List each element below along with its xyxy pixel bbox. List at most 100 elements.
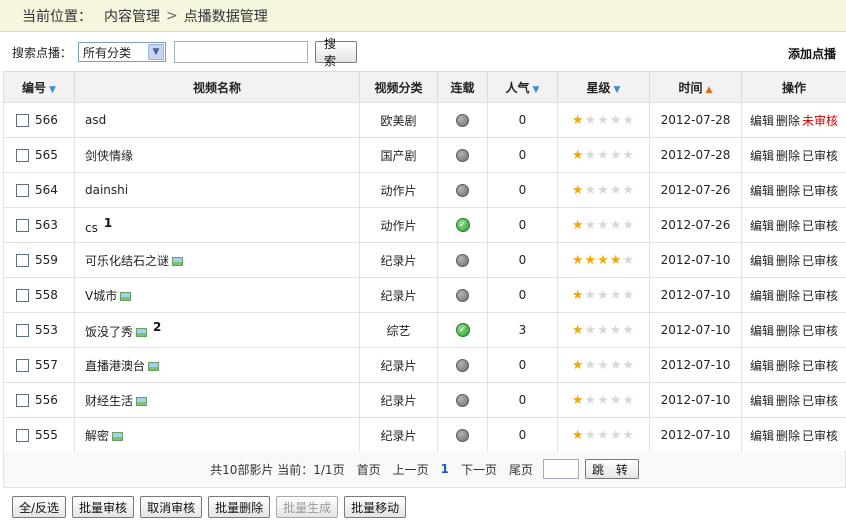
row-checkbox[interactable] bbox=[16, 359, 29, 372]
col-header-rating[interactable]: 星级 ▼ bbox=[557, 71, 650, 103]
star-rating[interactable]: ★★★★★ bbox=[572, 288, 635, 303]
search-input[interactable] bbox=[174, 41, 309, 63]
star-rating[interactable]: ★★★★★ bbox=[572, 218, 635, 233]
edit-link[interactable]: 编辑 bbox=[750, 359, 774, 373]
sort-down-icon[interactable]: ▼ bbox=[533, 85, 540, 95]
sort-down-icon[interactable]: ▼ bbox=[614, 85, 621, 95]
video-name-link[interactable]: 可乐化结石之谜 bbox=[85, 254, 169, 268]
edit-link[interactable]: 编辑 bbox=[750, 394, 774, 408]
serial-off-icon[interactable] bbox=[456, 359, 469, 372]
delete-link[interactable]: 删除 bbox=[776, 114, 800, 128]
serial-off-icon[interactable] bbox=[456, 429, 469, 442]
edit-link[interactable]: 编辑 bbox=[750, 254, 774, 268]
review-status-link[interactable]: 已审核 bbox=[802, 359, 838, 373]
review-status-link[interactable]: 已审核 bbox=[802, 289, 838, 303]
review-status-link[interactable]: 已审核 bbox=[802, 429, 838, 443]
delete-link[interactable]: 删除 bbox=[776, 394, 800, 408]
cell-date: 2012-07-10 bbox=[649, 347, 742, 383]
bulk-delete-button[interactable]: 批量删除 bbox=[208, 496, 271, 518]
serial-off-icon[interactable] bbox=[456, 254, 469, 267]
edit-link[interactable]: 编辑 bbox=[750, 289, 774, 303]
row-checkbox[interactable] bbox=[16, 254, 29, 267]
delete-link[interactable]: 删除 bbox=[776, 324, 800, 338]
serial-on-icon[interactable]: ✓ bbox=[455, 218, 470, 233]
serial-off-icon[interactable] bbox=[456, 289, 469, 302]
serial-off-icon[interactable] bbox=[456, 394, 469, 407]
star-rating[interactable]: ★★★★★ bbox=[572, 148, 635, 163]
serial-off-icon[interactable] bbox=[456, 149, 469, 162]
edit-link[interactable]: 编辑 bbox=[750, 114, 774, 128]
table-header-row: 编号 ▼ 视频名称 视频分类 连载 人气 ▼ 星级 ▼ 时间 ▲ 操作 bbox=[3, 71, 846, 103]
next-page-link[interactable]: 下一页 bbox=[461, 461, 497, 478]
serial-off-icon[interactable] bbox=[456, 114, 469, 127]
edit-link[interactable]: 编辑 bbox=[750, 219, 774, 233]
star-rating[interactable]: ★★★★★ bbox=[572, 323, 635, 338]
star-empty-icon: ★ bbox=[622, 252, 636, 268]
sort-up-icon[interactable]: ▲ bbox=[706, 85, 713, 95]
video-name-link[interactable]: 直播港澳台 bbox=[85, 359, 145, 373]
cancel-approve-button[interactable]: 取消审核 bbox=[140, 496, 203, 518]
star-rating[interactable]: ★★★★★ bbox=[572, 428, 635, 443]
add-vod-link[interactable]: 添加点播 bbox=[788, 45, 836, 62]
prev-page-link[interactable]: 上一页 bbox=[393, 461, 429, 478]
serial-on-icon[interactable]: ✓ bbox=[455, 323, 470, 338]
category-select-value: 所有分类 bbox=[83, 45, 132, 60]
row-checkbox[interactable] bbox=[16, 219, 29, 232]
bulk-move-button[interactable]: 批量移动 bbox=[344, 496, 407, 518]
review-status-link[interactable]: 已审核 bbox=[802, 324, 838, 338]
review-status-link[interactable]: 已审核 bbox=[802, 394, 838, 408]
col-header-popularity[interactable]: 人气 ▼ bbox=[487, 71, 558, 103]
bulk-approve-button[interactable]: 批量审核 bbox=[72, 496, 135, 518]
edit-link[interactable]: 编辑 bbox=[750, 184, 774, 198]
row-checkbox[interactable] bbox=[16, 324, 29, 337]
row-checkbox[interactable] bbox=[16, 149, 29, 162]
review-status-link[interactable]: 已审核 bbox=[802, 184, 838, 198]
category-select[interactable]: 所有分类 ▼ bbox=[78, 42, 167, 62]
video-name-link[interactable]: 解密 bbox=[85, 429, 109, 443]
review-status-link[interactable]: 已审核 bbox=[802, 254, 838, 268]
delete-link[interactable]: 删除 bbox=[776, 149, 800, 163]
video-name-link[interactable]: cs bbox=[85, 221, 98, 235]
row-checkbox[interactable] bbox=[16, 184, 29, 197]
search-button[interactable]: 搜 索 bbox=[315, 37, 358, 68]
jump-button[interactable]: 跳 转 bbox=[585, 459, 639, 479]
chevron-down-icon[interactable]: ▼ bbox=[148, 44, 165, 60]
last-page-link[interactable]: 尾页 bbox=[509, 461, 533, 478]
page-number-input[interactable] bbox=[543, 459, 579, 479]
delete-link[interactable]: 删除 bbox=[776, 289, 800, 303]
select-all-button[interactable]: 全/反选 bbox=[12, 496, 67, 518]
col-header-time[interactable]: 时间 ▲ bbox=[649, 71, 742, 103]
row-checkbox[interactable] bbox=[16, 429, 29, 442]
edit-link[interactable]: 编辑 bbox=[750, 149, 774, 163]
edit-link[interactable]: 编辑 bbox=[750, 429, 774, 443]
star-rating[interactable]: ★★★★★ bbox=[572, 183, 635, 198]
breadcrumb-item-content[interactable]: 内容管理 bbox=[104, 6, 160, 26]
delete-link[interactable]: 删除 bbox=[776, 429, 800, 443]
video-name-link[interactable]: 财经生活 bbox=[85, 394, 133, 408]
review-status-link[interactable]: 未审核 bbox=[802, 114, 838, 128]
video-name-link[interactable]: 饭没了秀 bbox=[85, 325, 133, 339]
row-checkbox[interactable] bbox=[16, 114, 29, 127]
star-rating[interactable]: ★★★★★ bbox=[572, 113, 635, 128]
star-rating[interactable]: ★★★★★ bbox=[572, 253, 635, 268]
review-status-link[interactable]: 已审核 bbox=[802, 149, 838, 163]
first-page-link[interactable]: 首页 bbox=[357, 461, 381, 478]
video-name-link[interactable]: 剑侠情缘 bbox=[85, 149, 133, 163]
video-name-link[interactable]: asd bbox=[85, 113, 106, 127]
row-checkbox[interactable] bbox=[16, 289, 29, 302]
video-name-link[interactable]: V城市 bbox=[85, 289, 117, 303]
edit-link[interactable]: 编辑 bbox=[750, 324, 774, 338]
row-checkbox[interactable] bbox=[16, 394, 29, 407]
star-rating[interactable]: ★★★★★ bbox=[572, 358, 635, 373]
sort-down-icon[interactable]: ▼ bbox=[49, 85, 56, 95]
delete-link[interactable]: 删除 bbox=[776, 184, 800, 198]
col-header-id[interactable]: 编号 ▼ bbox=[3, 71, 75, 103]
video-name-link[interactable]: dainshi bbox=[85, 183, 128, 197]
star-rating[interactable]: ★★★★★ bbox=[572, 393, 635, 408]
review-status-link[interactable]: 已审核 bbox=[802, 219, 838, 233]
serial-off-icon[interactable] bbox=[456, 184, 469, 197]
delete-link[interactable]: 删除 bbox=[776, 254, 800, 268]
delete-link[interactable]: 删除 bbox=[776, 359, 800, 373]
breadcrumb-item-vod[interactable]: 点播数据管理 bbox=[184, 6, 268, 26]
delete-link[interactable]: 删除 bbox=[776, 219, 800, 233]
